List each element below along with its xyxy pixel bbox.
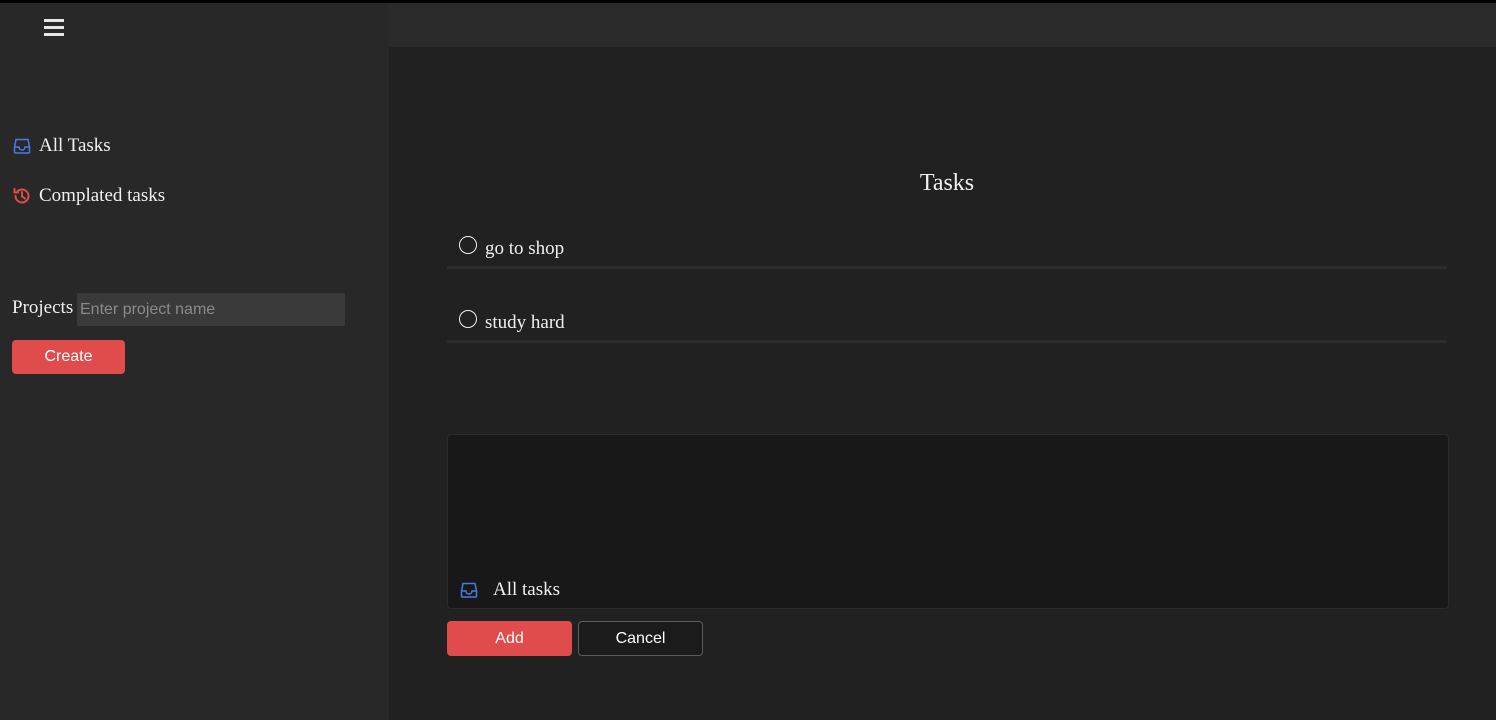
inbox-icon — [12, 136, 32, 156]
inbox-icon — [459, 580, 479, 600]
history-icon — [12, 186, 32, 206]
cancel-button[interactable]: Cancel — [578, 621, 703, 656]
hamburger-icon-line — [44, 33, 64, 36]
sidebar-item-label: All Tasks — [39, 135, 111, 156]
sidebar-item-all-tasks[interactable]: All Tasks — [12, 133, 111, 159]
sidebar: All Tasks Complated tasks Projects Creat… — [0, 3, 389, 720]
create-project-button[interactable]: Create — [12, 340, 125, 374]
task-editor: All tasks — [447, 434, 1449, 609]
project-selector[interactable]: All tasks — [459, 578, 560, 602]
task-text-input[interactable] — [448, 435, 1448, 565]
main-content — [389, 47, 1496, 720]
top-bar — [389, 3, 1496, 47]
task-complete-radio[interactable] — [459, 235, 477, 254]
projects-label: Projects — [12, 297, 74, 318]
page-title: Tasks — [919, 170, 975, 196]
task-text: study hard — [485, 311, 565, 333]
task-row: study hard — [447, 303, 1447, 343]
add-task-button[interactable]: Add — [447, 621, 572, 656]
sidebar-item-label: Complated tasks — [39, 185, 166, 206]
hamburger-icon — [44, 19, 64, 22]
task-complete-radio[interactable] — [459, 309, 477, 328]
project-name-input[interactable] — [77, 293, 345, 326]
project-selector-label: All tasks — [493, 579, 561, 600]
hamburger-menu-button[interactable] — [44, 19, 64, 37]
hamburger-icon-line — [44, 26, 64, 29]
task-row: go to shop — [447, 229, 1447, 269]
sidebar-item-completed-tasks[interactable]: Complated tasks — [12, 183, 165, 209]
task-text: go to shop — [485, 237, 565, 259]
